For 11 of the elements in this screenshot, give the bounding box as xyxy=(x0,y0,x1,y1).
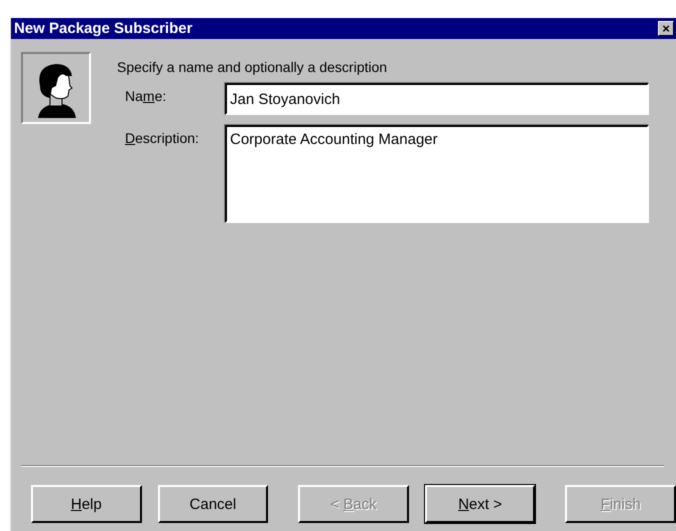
field-label: Description: xyxy=(124,129,200,146)
field-label: Name: xyxy=(124,87,168,104)
name-field[interactable]: Jan Stoyanovich xyxy=(225,83,649,115)
instruction-text: Specify a name and optionally a description xyxy=(117,59,388,75)
close-button[interactable]: × xyxy=(658,21,674,36)
wizard-button[interactable]: Next > xyxy=(424,485,536,523)
description-field[interactable]: Corporate Accounting Manager xyxy=(225,125,649,223)
wizard-button[interactable]: Cancel xyxy=(158,485,268,523)
window-title: New Package Subscriber xyxy=(14,20,192,37)
person-icon xyxy=(21,52,91,124)
wizard-button[interactable]: Help xyxy=(31,485,142,523)
